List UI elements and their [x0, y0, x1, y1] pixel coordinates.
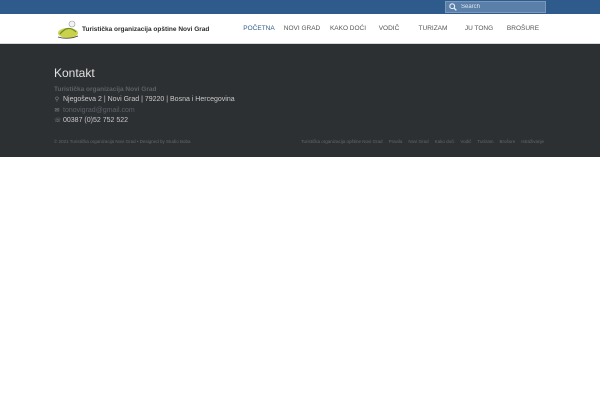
- footer-link[interactable]: Brošure: [499, 139, 515, 144]
- contact-email[interactable]: ✉ tonovigrad@gmail.com: [54, 107, 135, 114]
- logo-icon: [57, 20, 79, 39]
- nav-item-pocetna[interactable]: POČETNA: [240, 14, 278, 44]
- search-box[interactable]: [445, 1, 546, 13]
- contact-org: Turistička organizacija Novi Grad: [54, 86, 157, 93]
- contact-title: Kontakt: [54, 66, 95, 80]
- mail-icon: ✉: [54, 108, 60, 114]
- site-name: Turistička organizacija opštine Novi Gra…: [82, 25, 210, 33]
- site-logo[interactable]: Turistička organizacija opštine Novi Gra…: [56, 18, 209, 40]
- contact-address: ⚲ Njegoševa 2 | Novi Grad | 79220 | Bosn…: [54, 96, 235, 103]
- footer: Kontakt Turistička organizacija Novi Gra…: [0, 44, 600, 157]
- top-bar: [0, 0, 600, 14]
- email-text[interactable]: tonovigrad@gmail.com: [63, 107, 135, 114]
- footer-link[interactable]: Novi Grad: [408, 139, 428, 144]
- copyright-text: © 2021 Turistička organizacija Novi Grad…: [54, 139, 191, 144]
- footer-link[interactable]: Turistička organizacija opštine Novi Gra…: [301, 139, 383, 144]
- nav-item-ju-tong[interactable]: JU TONG: [458, 14, 500, 44]
- nav-item-vodic[interactable]: VODIČ: [370, 14, 408, 44]
- phone-icon: ☏: [54, 118, 62, 124]
- location-pin-icon: ⚲: [54, 97, 60, 103]
- address-text: Njegoševa 2 | Novi Grad | 79220 | Bosna …: [63, 96, 235, 103]
- footer-bottom-bar: © 2021 Turistička organizacija Novi Grad…: [54, 139, 544, 144]
- phone-text: 00387 (0)52 752 522: [63, 117, 128, 124]
- main-nav: POČETNA NOVI GRAD KAKO DOĆI VODIČ TURIZA…: [240, 14, 546, 44]
- contact-phone: ☏ 00387 (0)52 752 522: [54, 117, 128, 124]
- footer-link[interactable]: Vodič: [460, 139, 471, 144]
- search-icon[interactable]: [449, 3, 457, 11]
- footer-link[interactable]: Pravila: [389, 139, 403, 144]
- search-input[interactable]: [461, 4, 541, 10]
- nav-item-turizam[interactable]: TURIZAM: [408, 14, 458, 44]
- nav-item-kako-doci[interactable]: KAKO DOĆI: [326, 14, 370, 44]
- site-header: Turistička organizacija opštine Novi Gra…: [0, 14, 600, 44]
- nav-item-brosure[interactable]: BROŠURE: [500, 14, 546, 44]
- footer-link[interactable]: Kako doći: [435, 139, 455, 144]
- footer-link[interactable]: Turizam: [477, 139, 493, 144]
- footer-links: Turistička organizacija opštine Novi Gra…: [301, 139, 544, 144]
- nav-item-novi-grad[interactable]: NOVI GRAD: [278, 14, 326, 44]
- footer-link[interactable]: Istraživanje: [521, 139, 544, 144]
